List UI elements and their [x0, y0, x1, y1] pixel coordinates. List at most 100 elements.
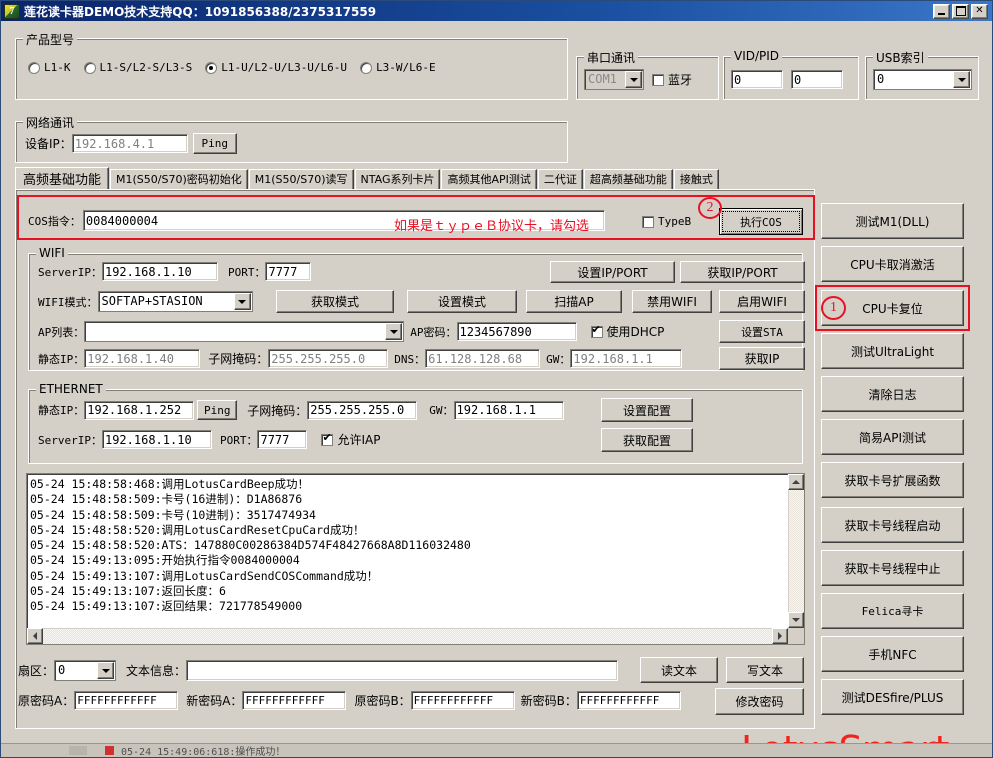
side-button-test-ultralight[interactable]: 测试UltraLight — [821, 333, 964, 369]
ping-ethernet-button[interactable]: Ping — [197, 400, 238, 420]
scroll-left-icon[interactable] — [27, 628, 43, 644]
set-ip-port-button[interactable]: 设置IP/PORT — [550, 261, 675, 283]
close-button[interactable]: ✕ — [971, 3, 988, 19]
tab-label: M1(S50/S70)读写 — [254, 173, 348, 186]
eth-static-ip-label: 静态IP： — [38, 404, 85, 417]
device-ip-input[interactable] — [71, 134, 188, 153]
chevron-down-icon[interactable] — [97, 662, 115, 679]
chevron-down-icon[interactable] — [625, 71, 642, 88]
old-password-b-input[interactable] — [410, 691, 515, 710]
eth-gw-input[interactable] — [453, 400, 564, 420]
side-button-simple-api-test[interactable]: 简易API测试 — [821, 419, 964, 455]
allow-iap-checkbox[interactable]: 允许IAP — [321, 431, 380, 448]
side-button-cpu-card-deactivate[interactable]: CPU卡取消激活 — [821, 246, 964, 282]
get-mode-button[interactable]: 获取模式 — [276, 290, 394, 313]
maximize-button[interactable] — [952, 3, 969, 19]
set-mode-button[interactable]: 设置模式 — [407, 290, 517, 313]
enable-wifi-button[interactable]: 启用WIFI — [719, 290, 805, 313]
tab-high-freq-other-api[interactable]: 高频其他API测试 — [441, 169, 537, 189]
tab-m1-password-init[interactable]: M1(S50/S70)密码初始化 — [110, 169, 248, 189]
use-dhcp-checkbox[interactable]: 使用DHCP — [590, 323, 664, 340]
execute-cos-label: 执行COS — [740, 215, 782, 229]
side-button-felica-find-card[interactable]: Felica寻卡 — [821, 593, 964, 629]
chevron-down-icon[interactable] — [953, 71, 970, 88]
log-output-box[interactable]: 05-24 15:48:58:468:调用LotusCardBeep成功！ 05… — [26, 473, 805, 645]
chevron-down-icon[interactable] — [233, 293, 251, 310]
typeb-hint-text: 如果是ｔｙｐｅＢ协议卡，请勾选 — [394, 219, 590, 234]
taskbar-log-fragment: 05-24 15:49:06:618:操作成功！ — [121, 747, 286, 757]
new-password-b-input[interactable] — [576, 691, 681, 710]
wifi-port-input[interactable] — [265, 262, 312, 281]
set-config-button[interactable]: 设置配置 — [601, 398, 693, 422]
eth-port-label: PORT： — [219, 433, 258, 447]
wifi-dns-label: DNS： — [394, 352, 426, 366]
bluetooth-checkbox[interactable]: 蓝牙 — [652, 71, 692, 88]
radio-label: L1-S/L2-S/L3-S — [99, 61, 193, 74]
chevron-down-icon[interactable] — [385, 323, 403, 340]
text-info-input[interactable] — [186, 660, 619, 681]
tab-m1-read-write[interactable]: M1(S50/S70)读写 — [248, 169, 354, 189]
scroll-right-icon[interactable] — [772, 628, 788, 644]
side-button-get-card-no-thread-stop[interactable]: 获取卡号线程中止 — [821, 550, 964, 586]
eth-static-ip-input[interactable] — [84, 400, 195, 420]
scroll-up-icon[interactable] — [788, 474, 804, 490]
minimize-button[interactable] — [933, 3, 950, 19]
wifi-dns-input[interactable] — [425, 349, 541, 368]
ping-network-button[interactable]: Ping — [192, 133, 237, 154]
set-sta-button[interactable]: 设置STA — [719, 320, 805, 343]
log-vertical-scrollbar[interactable] — [788, 474, 804, 628]
write-text-button[interactable]: 写文本 — [726, 657, 804, 683]
side-button-label: 测试M1(DLL) — [855, 214, 930, 229]
cos-command-label: COS指令： — [28, 214, 81, 228]
usb-index-select[interactable]: 0 — [873, 69, 972, 90]
execute-cos-button[interactable]: 执行COS — [719, 208, 803, 235]
side-button-clear-log[interactable]: 清除日志 — [821, 376, 964, 412]
wifi-static-ip-input[interactable] — [84, 349, 201, 368]
radio-l1k[interactable]: L1-K — [28, 61, 71, 74]
side-button-get-card-no-thread-start[interactable]: 获取卡号线程启动 — [821, 507, 964, 543]
com-port-select[interactable]: COM1 — [584, 69, 644, 90]
checkbox-icon — [590, 324, 603, 338]
log-horizontal-scrollbar[interactable] — [27, 628, 788, 644]
get-ip-button[interactable]: 获取IP — [719, 347, 805, 370]
tab-contact[interactable]: 接触式 — [673, 169, 719, 189]
radio-l3w-l6e[interactable]: L3-W/L6-E — [360, 61, 436, 74]
change-password-button[interactable]: 修改密码 — [715, 688, 804, 715]
wifi-server-ip-input[interactable] — [101, 262, 218, 281]
scan-ap-button[interactable]: 扫描AP — [526, 290, 622, 313]
side-button-test-m1-dll[interactable]: 测试M1(DLL) — [821, 203, 964, 239]
eth-mask-input[interactable] — [307, 400, 418, 420]
new-password-a-input[interactable] — [242, 691, 347, 710]
scroll-down-icon[interactable] — [788, 612, 804, 628]
wifi-gw-input[interactable] — [570, 349, 683, 368]
old-password-a-input[interactable] — [74, 691, 179, 710]
typeb-checkbox[interactable]: TypeB — [642, 215, 691, 228]
get-ip-port-button[interactable]: 获取IP/PORT — [680, 261, 805, 283]
wifi-mode-select[interactable]: SOFTAP+STASION — [97, 291, 253, 312]
tab-ntag-cards[interactable]: NTAG系列卡片 — [354, 169, 441, 189]
radio-l1u-l2u-l3u-l6u[interactable]: L1-U/L2-U/L3-U/L6-U — [205, 61, 347, 74]
vid-input[interactable] — [731, 70, 783, 89]
read-text-button[interactable]: 读文本 — [640, 657, 718, 683]
scan-ap-label: 扫描AP — [554, 295, 594, 309]
wifi-mask-input[interactable] — [268, 349, 389, 368]
side-button-mobile-nfc[interactable]: 手机NFC — [821, 636, 964, 672]
disable-wifi-button[interactable]: 禁用WIFI — [632, 290, 712, 313]
allow-iap-label: 允许IAP — [337, 433, 381, 447]
radio-l1s-l2s-l3s[interactable]: L1-S/L2-S/L3-S — [83, 61, 193, 74]
pid-input[interactable] — [791, 70, 843, 89]
tab-uhf-basic[interactable]: 超高频基础功能 — [583, 169, 673, 189]
wifi-group: WIFI ServerIP： PORT： 设置IP/PORT 获取IP/PORT… — [28, 246, 805, 371]
tab-high-freq-basic[interactable]: 高频基础功能 — [15, 167, 110, 189]
get-config-button[interactable]: 获取配置 — [601, 428, 693, 452]
usb-index-value: 0 — [877, 72, 885, 86]
checkbox-icon — [321, 432, 334, 446]
eth-server-ip-input[interactable] — [101, 430, 212, 449]
side-button-test-desfire-plus[interactable]: 测试DESfire/PLUS — [821, 679, 964, 715]
eth-port-input[interactable] — [257, 430, 308, 449]
tab-second-gen-id[interactable]: 二代证 — [537, 169, 583, 189]
side-button-get-card-no-ext-func[interactable]: 获取卡号扩展函数 — [821, 462, 964, 498]
ap-password-input[interactable] — [456, 322, 577, 341]
ap-list-select[interactable] — [84, 321, 405, 342]
sector-select[interactable]: 0 — [54, 660, 117, 681]
